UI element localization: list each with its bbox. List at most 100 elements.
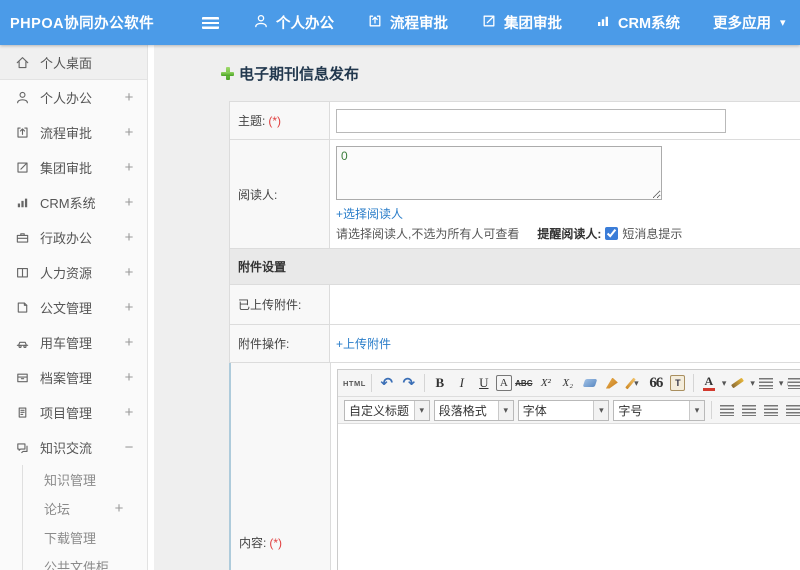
editor-content-area[interactable] bbox=[338, 424, 800, 570]
rich-text-editor: HTML ↶ ↷ B I U A ABC X² X₂ ▾ 66 T A ▾ ▾ … bbox=[337, 369, 800, 570]
required-mark: (*) bbox=[269, 535, 283, 550]
collapse-minus-icon[interactable]: − bbox=[123, 439, 135, 456]
uploaded-attachments-label: 已上传附件: bbox=[238, 298, 302, 312]
html-source-button[interactable]: HTML bbox=[343, 372, 366, 394]
subject-row: 主题: (*) bbox=[230, 102, 800, 140]
remind-readers-label: 提醒阅读人: bbox=[537, 227, 602, 241]
sidebar-item-workflow-approval[interactable]: 流程审批 + bbox=[0, 115, 147, 150]
editor-toolbar-row-1: HTML ↶ ↷ B I U A ABC X² X₂ ▾ 66 T A ▾ ▾ … bbox=[338, 370, 800, 397]
readers-row: 阅读人: 0 +选择阅读人 请选择阅读人,不选为所有人可查看 提醒阅读人: 短消… bbox=[230, 140, 800, 249]
sidebar-subitem-downloads[interactable]: 下载管理 bbox=[23, 523, 147, 552]
sidebar-item-official-docs[interactable]: 公文管理 + bbox=[0, 290, 147, 325]
sidebar-subitem-knowledge-mgmt[interactable]: 知识管理 bbox=[23, 465, 147, 494]
screen: PHPOA协同办公软件 个人办公 流程审批 集团审批 CRM系统 更多应用 ▾ bbox=[0, 0, 800, 570]
align-left-button[interactable] bbox=[717, 399, 737, 421]
underline-button[interactable]: U bbox=[474, 372, 494, 394]
nav-item-crm[interactable]: CRM系统 bbox=[595, 12, 680, 33]
expand-plus-icon[interactable]: + bbox=[123, 194, 135, 211]
font-family-select[interactable]: 字体 ▾ bbox=[517, 399, 610, 421]
sidebar-item-crm[interactable]: CRM系统 + bbox=[0, 185, 147, 220]
nav-item-more-apps[interactable]: 更多应用 ▾ bbox=[713, 12, 786, 33]
font-color-button[interactable]: A bbox=[699, 372, 719, 394]
sidebar-item-admin-office[interactable]: 行政办公 + bbox=[0, 220, 147, 255]
clipboard-icon: T bbox=[670, 375, 686, 391]
align-justify-icon bbox=[786, 404, 800, 416]
user-icon bbox=[253, 13, 269, 33]
auto-typeset-button[interactable]: ▾ bbox=[624, 372, 644, 394]
sidebar-item-group-approval[interactable]: 集团审批 + bbox=[0, 150, 147, 185]
remove-format-button[interactable] bbox=[580, 372, 600, 394]
hamburger-menu-icon[interactable] bbox=[202, 16, 219, 29]
publish-form: 主题: (*) 阅读人: 0 +选择阅读人 请选择阅读人,不选为所有人可查看 提… bbox=[229, 101, 800, 570]
approval-edit-icon bbox=[14, 160, 30, 176]
unordered-list-icon bbox=[788, 377, 800, 389]
strikethrough-button[interactable]: ABC bbox=[514, 372, 534, 394]
ordered-list-button[interactable] bbox=[756, 372, 776, 394]
select-readers-link[interactable]: +选择阅读人 bbox=[336, 205, 800, 222]
paragraph-format-select[interactable]: 段落格式 ▾ bbox=[433, 399, 514, 421]
uploaded-attachments-row: 已上传附件: bbox=[230, 285, 800, 325]
app-header: PHPOA协同办公软件 个人办公 流程审批 集团审批 CRM系统 更多应用 ▾ bbox=[0, 0, 800, 45]
sidebar-item-desktop[interactable]: 个人桌面 bbox=[0, 45, 147, 80]
unordered-list-button[interactable] bbox=[784, 372, 800, 394]
car-icon bbox=[14, 335, 30, 351]
italic-button[interactable]: I bbox=[452, 372, 472, 394]
undo-button[interactable]: ↶ bbox=[377, 372, 397, 394]
app-logo: PHPOA协同办公软件 bbox=[10, 16, 155, 32]
align-center-button[interactable] bbox=[739, 399, 759, 421]
upload-attachment-link[interactable]: +上传附件 bbox=[336, 335, 391, 352]
expand-plus-icon[interactable]: + bbox=[123, 264, 135, 281]
sidebar-subitem-public-cabinet[interactable]: 公共文件柜 bbox=[23, 552, 147, 570]
editor-toolbar-row-2: 自定义标题 ▾ 段落格式 ▾ 字体 ▾ 字号 ▾ bbox=[338, 397, 800, 424]
readers-textarea[interactable]: 0 bbox=[336, 146, 662, 200]
sms-notify-checkbox[interactable] bbox=[605, 227, 619, 240]
align-right-button[interactable] bbox=[761, 399, 781, 421]
blockquote-button[interactable]: 66 bbox=[646, 372, 666, 394]
main-content: 电子期刊信息发布 主题: (*) 阅读人: 0 +选择阅读人 请选择阅读人,不选… bbox=[154, 45, 800, 570]
color-bar-icon bbox=[702, 387, 715, 391]
uploaded-attachments-value bbox=[330, 285, 800, 324]
font-format-button[interactable]: A bbox=[495, 375, 512, 391]
expand-plus-icon[interactable]: + bbox=[123, 334, 135, 351]
sidebar-subitem-forum[interactable]: 论坛 + bbox=[23, 494, 147, 523]
chevron-down-icon: ▾ bbox=[778, 377, 784, 388]
chart-icon bbox=[595, 13, 611, 33]
chevron-down-icon: ▾ bbox=[750, 377, 755, 388]
expand-plus-icon[interactable]: + bbox=[123, 124, 135, 141]
paste-text-button[interactable]: T bbox=[668, 372, 688, 394]
sidebar-item-archives[interactable]: 档案管理 + bbox=[0, 360, 147, 395]
briefcase-icon bbox=[14, 230, 30, 246]
sidebar-item-projects[interactable]: 项目管理 + bbox=[0, 395, 147, 430]
expand-plus-icon[interactable]: + bbox=[113, 500, 125, 517]
sidebar-item-hr[interactable]: 人力资源 + bbox=[0, 255, 147, 290]
expand-plus-icon[interactable]: + bbox=[123, 369, 135, 386]
ordered-list-icon bbox=[758, 377, 773, 389]
attachment-action-row: 附件操作: +上传附件 bbox=[230, 325, 800, 363]
align-justify-button[interactable] bbox=[783, 399, 800, 421]
readers-note-text: 请选择阅读人,不选为所有人可查看 bbox=[336, 227, 520, 241]
user-icon bbox=[14, 90, 30, 106]
expand-plus-icon[interactable]: + bbox=[123, 299, 135, 316]
sidebar-item-knowledge[interactable]: 知识交流 − bbox=[0, 430, 147, 465]
superscript-button[interactable]: X² bbox=[536, 372, 556, 394]
highlight-color-button[interactable] bbox=[727, 372, 747, 394]
expand-plus-icon[interactable]: + bbox=[123, 229, 135, 246]
redo-button[interactable]: ↷ bbox=[399, 372, 419, 394]
subject-input[interactable] bbox=[336, 108, 726, 133]
nav-item-personal-office[interactable]: 个人办公 bbox=[253, 12, 334, 33]
nav-item-group-approval[interactable]: 集团审批 bbox=[481, 12, 562, 33]
nav-item-workflow-approval[interactable]: 流程审批 bbox=[367, 12, 448, 33]
format-brush-button[interactable] bbox=[602, 372, 622, 394]
expand-plus-icon[interactable]: + bbox=[123, 89, 135, 106]
expand-plus-icon[interactable]: + bbox=[123, 404, 135, 421]
expand-plus-icon[interactable]: + bbox=[123, 159, 135, 176]
subscript-button[interactable]: X₂ bbox=[558, 372, 578, 394]
custom-title-select[interactable]: 自定义标题 ▾ bbox=[344, 399, 430, 421]
bold-button[interactable]: B bbox=[430, 372, 450, 394]
font-size-select[interactable]: 字号 ▾ bbox=[613, 399, 705, 421]
sidebar-item-personal-office[interactable]: 个人办公 + bbox=[0, 80, 147, 115]
brush-icon bbox=[605, 377, 618, 389]
chevron-down-icon: ▾ bbox=[497, 400, 513, 420]
document-icon bbox=[14, 300, 30, 316]
sidebar-item-vehicle[interactable]: 用车管理 + bbox=[0, 325, 147, 360]
